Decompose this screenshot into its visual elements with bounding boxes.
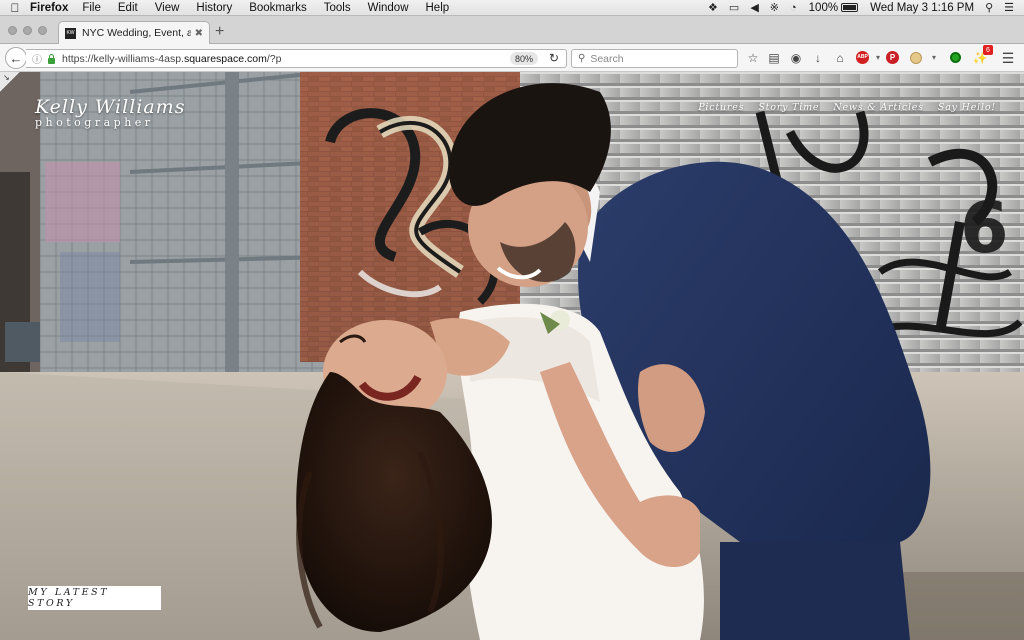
site-favicon: KW	[65, 27, 76, 39]
browser-tab[interactable]: KW NYC Wedding, Event, and Por ✖	[58, 21, 210, 44]
site-logo[interactable]: Kelly Williams photographer	[35, 96, 185, 129]
wifi-icon[interactable]: ◔	[790, 2, 797, 14]
logo-name: Kelly Williams	[35, 96, 186, 118]
bookmark-star-icon[interactable]: ☆	[745, 50, 761, 66]
volume-icon[interactable]: ◀	[750, 1, 758, 14]
menu-tools[interactable]: Tools	[324, 2, 351, 14]
search-input[interactable]: ⚲ Search	[571, 49, 738, 68]
download-icon[interactable]: ↓	[810, 50, 826, 66]
menu-window[interactable]: Window	[368, 2, 409, 14]
search-placeholder: Search	[590, 52, 624, 65]
url-host: squarespace.com	[183, 52, 267, 65]
nav-story-time[interactable]: Story Time	[758, 102, 819, 113]
home-icon[interactable]: ⌂	[832, 50, 848, 66]
adblock-plus-icon[interactable]: ABP	[856, 51, 869, 64]
reader-list-icon[interactable]: ▤	[766, 50, 782, 66]
spotlight-icon[interactable]: ⚲	[985, 1, 993, 14]
green-status-icon[interactable]	[950, 52, 961, 63]
zoom-window-button[interactable]	[38, 26, 47, 35]
tab-title: NYC Wedding, Event, and Por	[82, 27, 191, 39]
url-prefix: https://kelly-williams-4asp.	[62, 52, 184, 65]
airplay-icon[interactable]: ▭	[729, 1, 739, 14]
latest-story-button[interactable]: MY LATEST STORY	[28, 586, 161, 610]
close-window-button[interactable]	[8, 26, 17, 35]
nav-news-articles[interactable]: News & Articles	[833, 102, 924, 113]
info-icon[interactable]: ⓘ	[32, 51, 42, 66]
search-icon: ⚲	[578, 53, 586, 64]
extension-dropdown-icon[interactable]: ▾	[926, 50, 942, 66]
battery-percent: 100%	[808, 1, 839, 14]
new-tab-button[interactable]: +	[215, 24, 224, 40]
battery-level-fill	[843, 5, 857, 10]
extension-coin-icon[interactable]	[910, 52, 922, 64]
menu-edit[interactable]: Edit	[118, 2, 138, 14]
tab-close-icon[interactable]: ✖	[195, 28, 203, 39]
dropbox-icon[interactable]: ❖	[708, 1, 718, 14]
navigation-toolbar: ← ⓘ https://kelly-williams-4asp.squaresp…	[0, 44, 1024, 72]
url-suffix: /?p	[266, 52, 282, 65]
site-navigation: Pictures Story Time News & Articles Say …	[684, 102, 996, 113]
web-page: 6 ↘ Kelly Williams photographer Pictures…	[0, 72, 1024, 640]
notification-center-icon[interactable]: ☰	[1004, 1, 1014, 14]
extension-badge: 6	[983, 45, 993, 55]
macos-menu-bar:  Firefox File Edit View History Bookmar…	[0, 0, 1024, 16]
apple-icon[interactable]: 	[0, 1, 30, 15]
menu-history[interactable]: History	[196, 2, 232, 14]
hero-wedding-photo: 6	[0, 72, 1024, 640]
bluetooth-icon[interactable]: ※	[770, 1, 779, 14]
resize-arrow-icon[interactable]: ↘	[0, 72, 20, 92]
zoom-level-button[interactable]: 80%	[509, 52, 538, 65]
lock-icon[interactable]	[48, 53, 55, 64]
pinterest-icon[interactable]: P	[886, 51, 899, 64]
url-text[interactable]: https://kelly-williams-4asp.squarespace.…	[62, 53, 281, 65]
menu-view[interactable]: View	[155, 2, 180, 14]
reload-icon[interactable]: ↻	[549, 51, 559, 65]
nav-pictures[interactable]: Pictures	[698, 102, 744, 113]
tab-strip: KW NYC Wedding, Event, and Por ✖ +	[0, 16, 1024, 44]
menu-bookmarks[interactable]: Bookmarks	[249, 2, 307, 14]
pocket-icon[interactable]: ◉	[788, 50, 804, 66]
battery-icon[interactable]	[841, 3, 859, 12]
menu-app-name[interactable]: Firefox	[30, 2, 68, 14]
svg-text:6: 6	[960, 187, 1009, 269]
adblock-dropdown-icon[interactable]: ▾	[870, 50, 886, 66]
menu-clock[interactable]: Wed May 3 1:16 PM	[870, 2, 974, 14]
menu-help[interactable]: Help	[426, 2, 450, 14]
nav-say-hello[interactable]: Say Hello!	[938, 102, 996, 113]
url-bar[interactable]: ⓘ https://kelly-williams-4asp.squarespac…	[26, 49, 567, 68]
satellite-extension-icon[interactable]: ✨ 6	[972, 45, 993, 66]
menu-file[interactable]: File	[82, 2, 101, 14]
back-button[interactable]: ←	[5, 47, 27, 69]
minimize-window-button[interactable]	[23, 26, 32, 35]
hamburger-menu-icon[interactable]: ☰	[1000, 50, 1016, 66]
